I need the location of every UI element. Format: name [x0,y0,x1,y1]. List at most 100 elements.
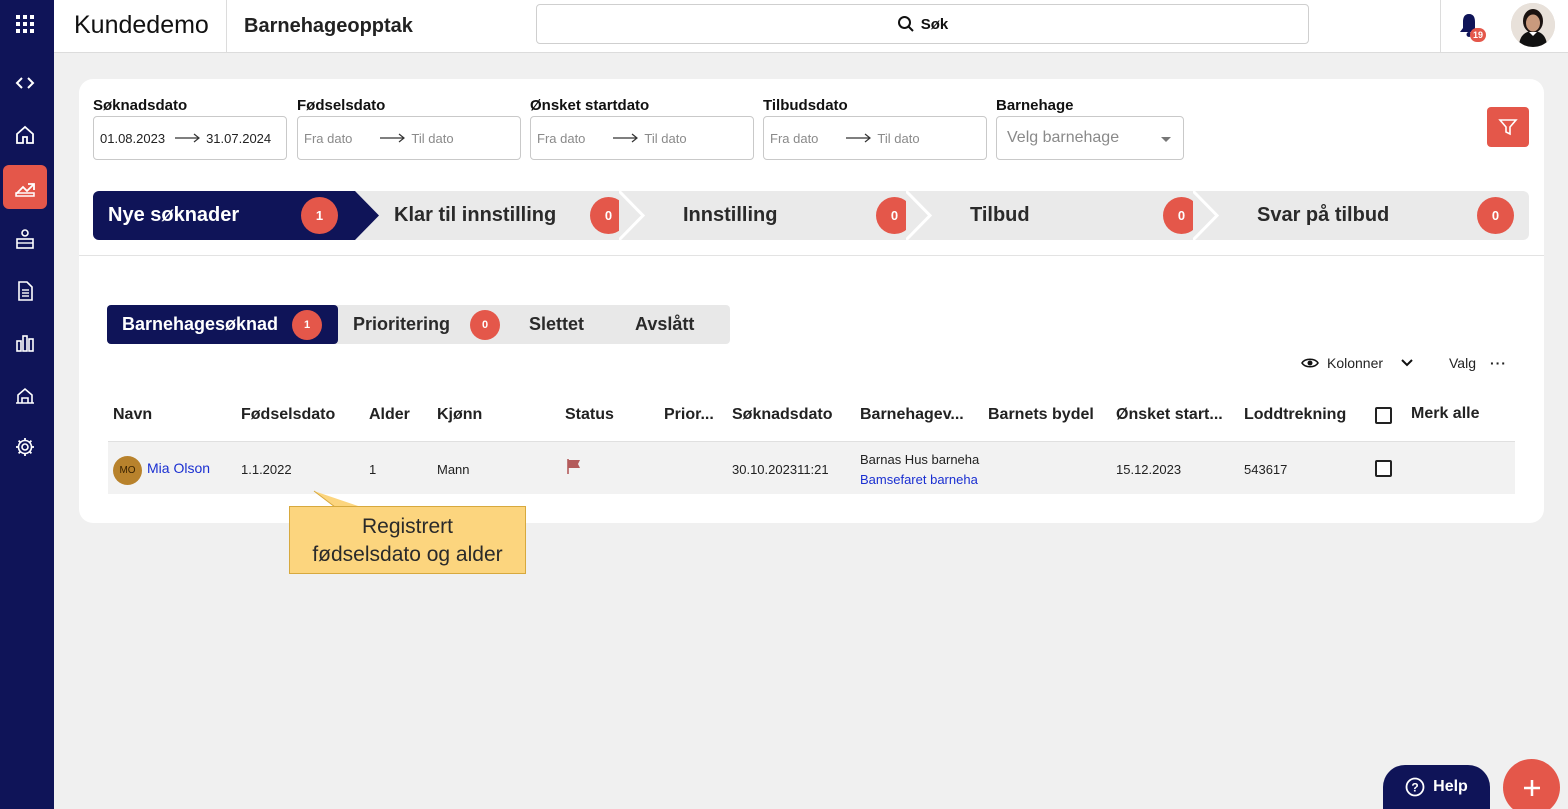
select-all-checkbox[interactable] [1375,407,1392,424]
step-separator [619,191,645,240]
filter-label-tilbudsdato: Tilbudsdato [763,97,848,114]
user-avatar[interactable] [1511,3,1555,47]
app-title: Kundedemo [74,11,209,39]
kindergarten-icon[interactable] [3,217,47,261]
building-icon[interactable] [3,373,47,417]
tab-label: Avslått [635,314,695,334]
more-dots-icon: ··· [1489,355,1507,371]
lottery-cell: 543617 [1244,462,1288,477]
step-separator [1193,191,1219,240]
report-icon[interactable] [3,321,47,365]
add-button[interactable] [1503,759,1560,809]
onsket-startdato-to: Til dato [644,130,687,146]
annotation-callout: Registrert fødselsdato og alder [289,506,526,574]
column-header-fodselsdato[interactable]: Fødselsdato [241,406,335,424]
svg-text:?: ? [1411,781,1418,795]
step-label: Nye søknader [108,204,240,226]
step-separator [906,191,932,240]
callout-line-1: Registrert [361,515,454,538]
help-button[interactable]: ? Help [1383,765,1490,809]
tilbudsdato-to: Til dato [877,130,920,146]
soknadsdato-to: 31.07.2024 [206,130,272,146]
main-card: Søknadsdato 01.08.2023 31.07.2024 Fødsel… [79,79,1544,523]
step-label: Innstilling [683,204,778,226]
column-header-alder[interactable]: Alder [369,406,410,424]
subtab-bar: Barnehagesøknad 1 Prioritering 0 Slettet… [107,305,730,344]
barnehage-placeholder: Velg barnehage [1007,129,1120,146]
column-header-navn[interactable]: Navn [113,406,152,424]
home-icon[interactable] [3,113,47,157]
fodselsdato-to: Til dato [411,130,454,146]
age-cell: 1 [369,462,377,477]
filter-icon [1498,119,1518,136]
onsket-startdato-from: Fra dato [537,130,586,146]
step-label: Tilbud [970,204,1030,226]
divider [79,255,1544,256]
divider [1440,0,1441,53]
process-stepper: Svar på tilbud 0 Tilbud 0 Innstilling 0 … [93,191,1529,240]
topbar: Kundedemo Barnehageopptak Søk 19 [54,0,1568,53]
dropdown-caret-icon [1161,137,1171,142]
callout-line-2: fødselsdato og alder [312,543,503,566]
applicant-name-link[interactable]: Mia Olson [147,460,210,476]
step-count-badge: 0 [1477,197,1514,234]
column-header-prioritet[interactable]: Prior... [664,406,714,424]
tab-slettet[interactable]: Slettet [529,305,584,344]
page-title: Barnehageopptak [244,15,413,37]
flag-icon [567,459,580,474]
tab-count-badge: 1 [292,309,323,340]
step-tilbud[interactable]: Tilbud 0 [906,191,1206,240]
filter-label-soknadsdato: Søknadsdato [93,97,188,114]
column-header-kjonn[interactable]: Kjønn [437,406,482,424]
fodselsdato-range-field[interactable]: Fra dato Til dato [297,116,521,160]
search-icon [897,16,914,32]
apps-grid-icon[interactable] [3,2,47,46]
sidebar [0,0,54,809]
search-input[interactable]: Søk [536,4,1309,44]
step-innstilling[interactable]: Innstilling 0 [619,191,919,240]
row-checkbox[interactable] [1375,460,1392,477]
arrow-right-icon [846,133,872,143]
column-header-status[interactable]: Status [565,406,614,424]
arrow-right-icon [380,133,406,143]
step-svar-pa-tilbud[interactable]: Svar på tilbud 0 [1193,191,1529,240]
onsket-startdato-range-field[interactable]: Fra dato Til dato [530,116,754,160]
columns-button[interactable]: Kolonner [1301,355,1413,371]
kindergarten-choice-2[interactable]: Bamsefaret barneha [860,472,978,487]
settings-icon[interactable] [3,425,47,469]
birthdate-cell: 1.1.2022 [241,462,292,477]
tab-label: Prioritering [353,314,451,334]
filter-label-onsket-startdato: Ønsket startdato [530,97,650,114]
barnehage-select[interactable]: Velg barnehage [996,116,1184,160]
options-button[interactable]: Valg ··· [1449,355,1507,371]
tab-label: Barnehagesøknad [122,314,279,334]
admission-icon[interactable] [3,165,47,209]
filter-button[interactable] [1487,107,1529,147]
document-icon[interactable] [3,269,47,313]
filter-label-barnehage: Barnehage [996,97,1074,114]
tab-prioritering[interactable]: Prioritering 0 [353,305,501,344]
soknadsdato-range-field[interactable]: 01.08.2023 31.07.2024 [93,116,287,160]
code-icon[interactable] [3,61,47,105]
column-header-soknadsdato[interactable]: Søknadsdato [732,406,832,424]
tilbudsdato-range-field[interactable]: Fra dato Til dato [763,116,987,160]
search-label: Søk [920,15,949,33]
notification-badge: 19 [1470,28,1486,42]
soknadsdato-from: 01.08.2023 [100,130,166,146]
step-nye-soknader[interactable]: Nye søknader 1 [93,191,355,240]
column-header-onsket-start[interactable]: Ønsket start... [1116,406,1223,424]
step-count-badge: 1 [301,197,338,234]
chevron-down-icon [1401,359,1413,367]
tab-count-badge: 0 [470,309,501,340]
column-header-barnets-bydel[interactable]: Barnets bydel [988,406,1094,424]
tab-barnehagesoknad[interactable]: Barnehagesøknad 1 [107,305,338,344]
tab-avslatt[interactable]: Avslått [635,305,694,344]
help-label: Help [1433,778,1468,795]
column-header-loddtrekning[interactable]: Loddtrekning [1244,406,1346,424]
start-date-cell: 15.12.2023 [1116,462,1182,477]
column-header-barnehagevalg[interactable]: Barnehagev... [860,406,964,424]
fodselsdato-from: Fra dato [304,130,353,146]
columns-label: Kolonner [1327,355,1384,371]
column-header-merk-alle: Merk alle [1411,405,1480,422]
tilbudsdato-from: Fra dato [770,130,819,146]
